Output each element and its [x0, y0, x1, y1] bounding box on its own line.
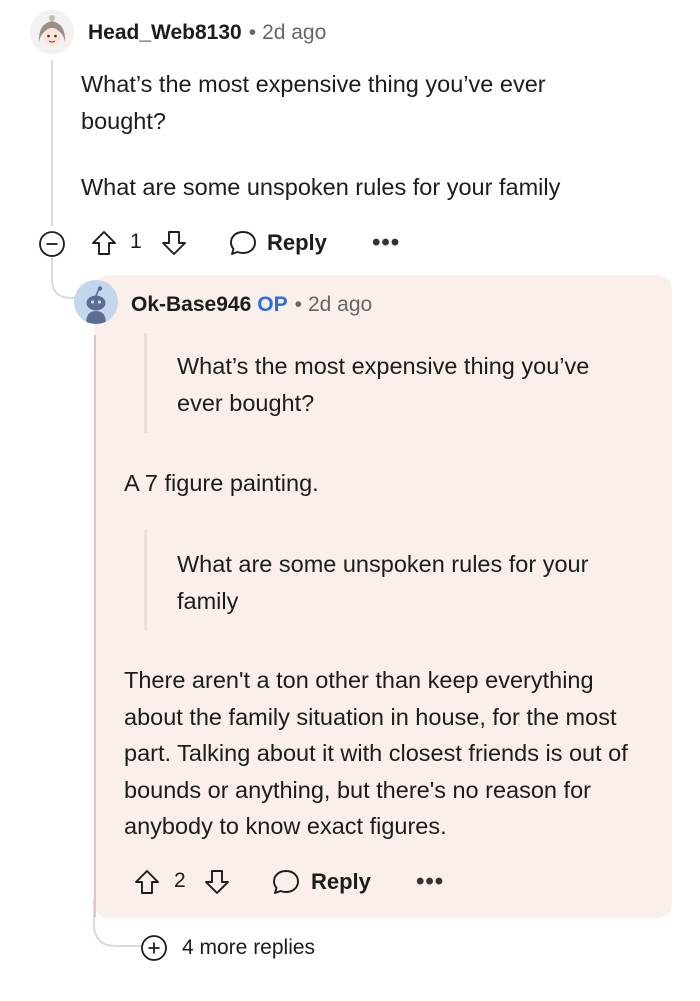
avatar[interactable]	[30, 10, 74, 54]
reply-vote-count: 2	[174, 869, 186, 892]
reply-timestamp[interactable]: 2d ago	[308, 293, 372, 316]
upvote-icon	[92, 231, 116, 255]
reply-upvote-button[interactable]	[133, 868, 161, 896]
reply-thread-line	[94, 335, 96, 917]
reply-answer-2: There aren't a ton other than keep every…	[124, 667, 628, 839]
reply-more-options-button[interactable]: •••	[416, 868, 444, 896]
more-replies-label: 4 more replies	[182, 936, 316, 959]
upvote-icon	[135, 870, 159, 894]
reply-button[interactable]: Reply	[228, 228, 327, 258]
reply-meta-separator: •	[294, 293, 302, 316]
reply-meta: Ok-Base946 OP • 2d ago	[131, 292, 372, 318]
avatar-snoo-icon	[74, 280, 118, 324]
quote-bar-2	[144, 530, 147, 630]
timestamp[interactable]: 2d ago	[262, 21, 326, 44]
quote-bar-1	[144, 333, 147, 433]
comment-meta: Head_Web8130 • 2d ago	[88, 20, 326, 46]
reply-label: Reply	[267, 230, 327, 255]
reply-answer-1: A 7 figure painting.	[124, 470, 319, 496]
downvote-icon	[205, 870, 229, 894]
downvote-button[interactable]	[160, 229, 188, 257]
reply-reply-label: Reply	[311, 869, 371, 894]
collapse-icon	[39, 231, 65, 257]
reply-downvote-button[interactable]	[203, 868, 231, 896]
comment-bubble-icon	[230, 231, 256, 255]
comment-paragraph-1: What’s the most expensive thing you’ve e…	[81, 71, 546, 134]
avatar-head-web8130-icon	[30, 10, 74, 54]
op-badge: OP	[257, 293, 288, 316]
thread-line-main	[51, 60, 53, 226]
vote-count: 1	[130, 230, 142, 253]
more-replies-link[interactable]: 4 more replies	[140, 934, 315, 962]
comment-bubble-icon	[273, 870, 299, 894]
reply-quote-2: What are some unspoken rules for your fa…	[177, 551, 589, 614]
reply-avatar[interactable]	[74, 280, 118, 324]
collapse-button[interactable]	[38, 230, 66, 258]
username[interactable]: Head_Web8130	[88, 21, 242, 44]
more-options-button[interactable]: •••	[372, 229, 400, 257]
downvote-icon	[162, 231, 186, 255]
expand-icon	[141, 935, 167, 961]
reply-reply-button[interactable]: Reply	[271, 867, 371, 897]
upvote-button[interactable]	[90, 229, 118, 257]
comment-paragraph-2: What are some unspoken rules for your fa…	[81, 174, 561, 200]
reply-username[interactable]: Ok-Base946	[131, 293, 251, 316]
meta-separator: •	[248, 21, 257, 44]
reply-quote-1: What’s the most expensive thing you’ve e…	[177, 353, 590, 416]
